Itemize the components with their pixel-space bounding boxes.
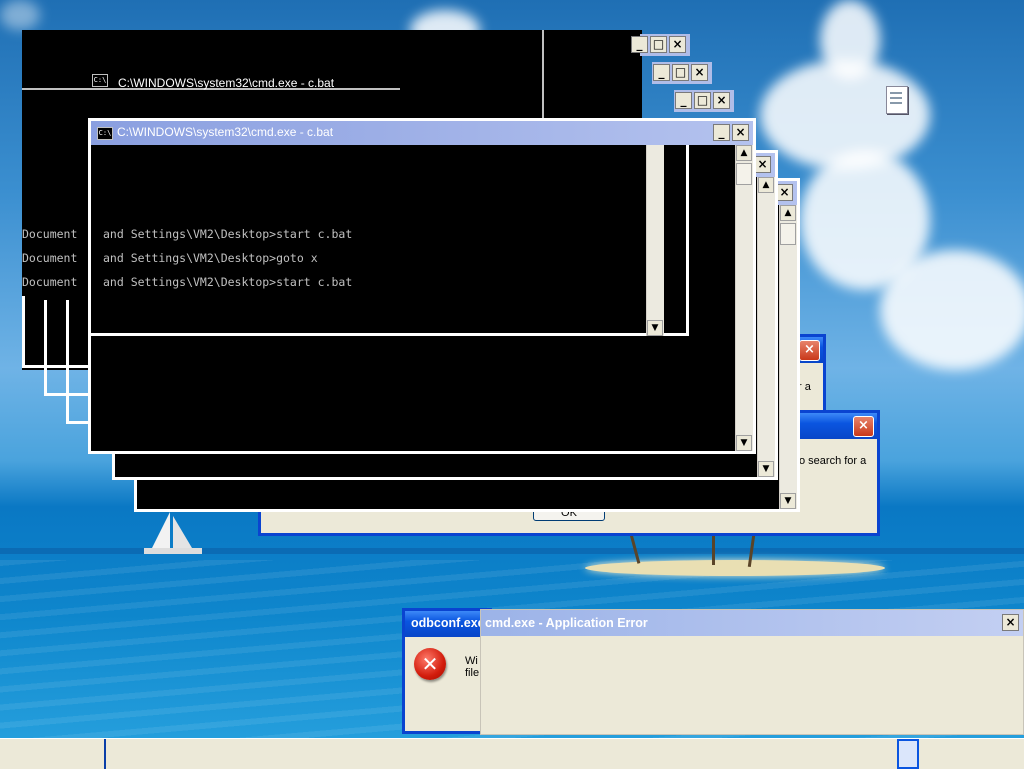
taskbar-button[interactable] (897, 739, 919, 769)
window-controls: _ × (713, 124, 749, 141)
close-button[interactable]: × (853, 416, 874, 437)
island (585, 560, 885, 576)
scroll-down-button[interactable]: ▼ (780, 493, 796, 509)
close-button[interactable]: × (713, 92, 730, 109)
window-title-bar[interactable]: _ □ × (674, 90, 734, 112)
taskbar-separator (104, 739, 106, 769)
scroll-down-button[interactable]: ▼ (647, 320, 663, 336)
window-title-bar[interactable]: _ □ × (631, 34, 690, 56)
taskbar (0, 738, 1024, 769)
text-file-icon[interactable] (886, 86, 908, 114)
window-edge (542, 30, 544, 122)
console-prefix: Document (22, 227, 78, 241)
close-button[interactable]: × (776, 184, 793, 201)
scroll-down-button[interactable]: ▼ (758, 461, 774, 477)
vertical-scrollbar-inner[interactable]: ▼ (646, 145, 664, 336)
window-edge (686, 145, 689, 336)
close-button[interactable]: × (1002, 614, 1019, 631)
maximize-button[interactable]: □ (672, 64, 689, 81)
minimize-button[interactable]: _ (675, 92, 692, 109)
cmd-icon: C:\ (92, 74, 108, 87)
window-edge (44, 393, 94, 396)
window-title-bar: C:\ C:\WINDOWS\system32\cmd.exe - c.bat … (91, 121, 753, 145)
maximize-button[interactable]: □ (694, 92, 711, 109)
dialog-title-bar: odbconf.exe (405, 611, 492, 637)
dialog-title-bar: cmd.exe - Application Error × (481, 610, 1023, 636)
window-edge (44, 300, 47, 396)
cmd-icon: C:\ (97, 127, 113, 140)
window-title: C:\WINDOWS\system32\cmd.exe - c.bat (117, 125, 334, 139)
close-button[interactable]: × (732, 124, 749, 141)
console-line: and Settings\VM2\Desktop>start c.bat (103, 227, 353, 241)
scroll-up-button[interactable]: ▲ (736, 145, 752, 161)
sailboat (144, 512, 202, 554)
dialog-text: o search for a (799, 455, 867, 467)
cloud (820, 0, 880, 80)
vertical-scrollbar[interactable]: ▲ ▼ (779, 205, 797, 509)
console-line: and Settings\VM2\Desktop>goto x (103, 251, 318, 265)
console-prefix-group: Document Document Document (22, 222, 92, 294)
close-button[interactable]: × (669, 36, 686, 53)
dialog-text: file (465, 667, 480, 679)
scroll-thumb[interactable] (780, 223, 796, 245)
window-edge (66, 300, 69, 424)
vertical-scrollbar[interactable]: ▲ ▼ (735, 145, 753, 451)
palm-tree (712, 535, 715, 565)
application-error-dialog[interactable]: cmd.exe - Application Error × (480, 609, 1024, 735)
cmd-window-front[interactable]: C:\ C:\WINDOWS\system32\cmd.exe - c.bat … (88, 118, 756, 454)
close-button[interactable]: × (799, 340, 820, 361)
cloud (0, 0, 40, 30)
minimize-button[interactable]: _ (713, 124, 730, 141)
console-line: and Settings\VM2\Desktop>start c.bat (103, 275, 353, 289)
error-icon: ✕ (414, 648, 446, 680)
dialog-title: cmd.exe - Application Error (485, 616, 648, 630)
cloud (880, 250, 1024, 370)
window-edge (91, 333, 689, 336)
scroll-up-button[interactable]: ▲ (780, 205, 796, 221)
maximize-button[interactable]: □ (650, 36, 667, 53)
scroll-down-button[interactable]: ▼ (736, 435, 752, 451)
dialog-text: Wi (465, 655, 478, 667)
minimize-button[interactable]: _ (653, 64, 670, 81)
scroll-thumb[interactable] (736, 163, 752, 185)
close-button[interactable]: × (691, 64, 708, 81)
scroll-up-button[interactable]: ▲ (758, 177, 774, 193)
window-title: C:\WINDOWS\system32\cmd.exe - c.bat (118, 76, 335, 90)
console-prefix: Document (22, 275, 78, 289)
vertical-scrollbar[interactable]: ▲ ▼ (757, 177, 775, 477)
dialog-title: odbconf.exe (411, 616, 485, 630)
close-button[interactable]: × (754, 156, 771, 173)
console-prefix: Document (22, 251, 78, 265)
minimize-button[interactable]: _ (631, 36, 648, 53)
window-title-bar[interactable]: _ □ × (652, 62, 712, 84)
